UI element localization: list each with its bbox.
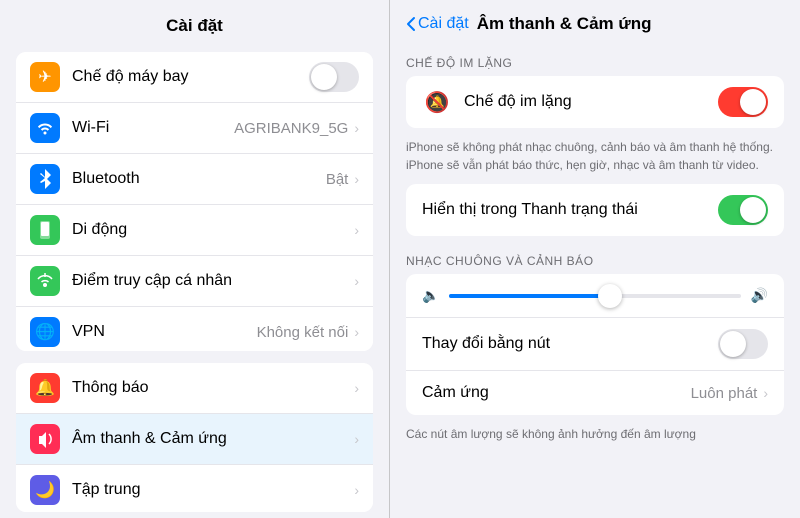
sound-chevron: › <box>354 431 359 447</box>
hotspot-icon <box>30 266 60 296</box>
wifi-item[interactable]: Wi-Fi AGRIBANK9_5G › <box>16 103 373 154</box>
wifi-icon <box>30 113 60 143</box>
haptics-note: Các nút âm lượng sẽ không ảnh hưởng đến … <box>390 419 800 453</box>
silent-mode-toggle[interactable] <box>718 87 768 117</box>
mobile-item[interactable]: Di động › <box>16 205 373 256</box>
bluetooth-value: Bật <box>326 171 349 188</box>
back-label: Cài đặt <box>418 15 469 33</box>
general-group: 🔔 Thông báo › Âm thanh & Cảm ứng › 🌙 Tập… <box>16 363 373 512</box>
bluetooth-item[interactable]: Bluetooth Bật › <box>16 154 373 205</box>
airplane-toggle[interactable] <box>309 62 359 92</box>
status-bar-toggle[interactable] <box>718 195 768 225</box>
status-bar-group: Hiển thị trong Thanh trạng thái <box>406 184 784 236</box>
change-with-buttons-label: Thay đổi bằng nút <box>422 335 718 353</box>
bluetooth-chevron: › <box>354 171 359 187</box>
notifications-item[interactable]: 🔔 Thông báo › <box>16 363 373 414</box>
hotspot-item[interactable]: Điểm truy cập cá nhân › <box>16 256 373 307</box>
volume-slider-container[interactable]: 🔈 🔊 <box>406 275 784 316</box>
wifi-chevron: › <box>354 120 359 136</box>
wifi-label: Wi-Fi <box>72 119 234 137</box>
back-button[interactable]: Cài đặt <box>406 15 469 33</box>
volume-slider-thumb[interactable] <box>598 284 622 308</box>
silent-mode-group: 🔕 Chế độ im lặng <box>406 76 784 128</box>
vpn-item[interactable]: 🌐 VPN Không kết nối › <box>16 307 373 351</box>
haptics-value: Luôn phát <box>691 385 758 402</box>
sound-icon <box>30 424 60 454</box>
right-panel-header: Cài đặt Âm thanh & Cảm ứng <box>390 0 800 42</box>
sound-settings-panel: Cài đặt Âm thanh & Cảm ứng CHẾ ĐỘ IM LẶN… <box>390 0 800 518</box>
ringtone-group: 🔈 🔊 Thay đổi bằng nút Cảm ứng Luôn phát … <box>406 274 784 415</box>
change-with-buttons-toggle[interactable] <box>718 329 768 359</box>
connectivity-group: ✈ Chế độ máy bay Wi-Fi AGRIBANK9_5G › Bl… <box>16 52 373 351</box>
volume-slider-fill <box>449 294 609 298</box>
focus-icon: 🌙 <box>30 475 60 505</box>
vpn-chevron: › <box>354 324 359 340</box>
airplane-label: Chế độ máy bay <box>72 68 309 86</box>
mobile-label: Di động <box>72 221 352 239</box>
vpn-icon: 🌐 <box>30 317 60 347</box>
change-with-buttons-item[interactable]: Thay đổi bằng nút <box>406 318 784 371</box>
settings-sidebar: Cài đặt ✈ Chế độ máy bay Wi-Fi AGRIBANK9… <box>0 0 390 518</box>
haptics-label: Cảm ứng <box>422 384 691 402</box>
status-bar-item[interactable]: Hiển thị trong Thanh trạng thái <box>406 184 784 236</box>
airplane-mode-item[interactable]: ✈ Chế độ máy bay <box>16 52 373 103</box>
right-panel-title: Âm thanh & Cảm ứng <box>477 14 652 34</box>
haptics-chevron: › <box>763 385 768 401</box>
volume-slider-item: 🔈 🔊 <box>406 274 784 318</box>
sound-item[interactable]: Âm thanh & Cảm ứng › <box>16 414 373 465</box>
silent-bell-icon: 🔕 <box>422 87 452 117</box>
haptics-item[interactable]: Cảm ứng Luôn phát › <box>406 371 784 415</box>
volume-high-icon: 🔊 <box>751 287 768 304</box>
mobile-chevron: › <box>354 222 359 238</box>
volume-slider-track[interactable] <box>449 294 740 298</box>
silent-description: iPhone sẽ không phát nhạc chuông, cảnh b… <box>390 132 800 184</box>
silent-section-header: CHẾ ĐỘ IM LẶNG <box>390 42 800 76</box>
focus-item[interactable]: 🌙 Tập trung › <box>16 465 373 512</box>
wifi-value: AGRIBANK9_5G <box>234 120 348 137</box>
vpn-label: VPN <box>72 323 257 341</box>
left-panel-title: Cài đặt <box>0 0 389 46</box>
volume-low-icon: 🔈 <box>422 287 439 304</box>
sound-label: Âm thanh & Cảm ứng <box>72 430 352 448</box>
hotspot-label: Điểm truy cập cá nhân <box>72 272 352 290</box>
silent-mode-label: Chế độ im lặng <box>464 93 718 111</box>
notifications-label: Thông báo <box>72 379 352 397</box>
bluetooth-icon <box>30 164 60 194</box>
vpn-value: Không kết nối <box>257 324 349 341</box>
status-bar-label: Hiển thị trong Thanh trạng thái <box>422 201 718 219</box>
focus-chevron: › <box>354 482 359 498</box>
mobile-icon <box>30 215 60 245</box>
bluetooth-label: Bluetooth <box>72 170 326 188</box>
notifications-chevron: › <box>354 380 359 396</box>
notifications-icon: 🔔 <box>30 373 60 403</box>
focus-label: Tập trung <box>72 481 352 499</box>
ringtone-section-header: NHẠC CHUÔNG VÀ CẢNH BÁO <box>390 240 800 274</box>
silent-mode-item[interactable]: 🔕 Chế độ im lặng <box>406 76 784 128</box>
airplane-icon: ✈ <box>30 62 60 92</box>
hotspot-chevron: › <box>354 273 359 289</box>
